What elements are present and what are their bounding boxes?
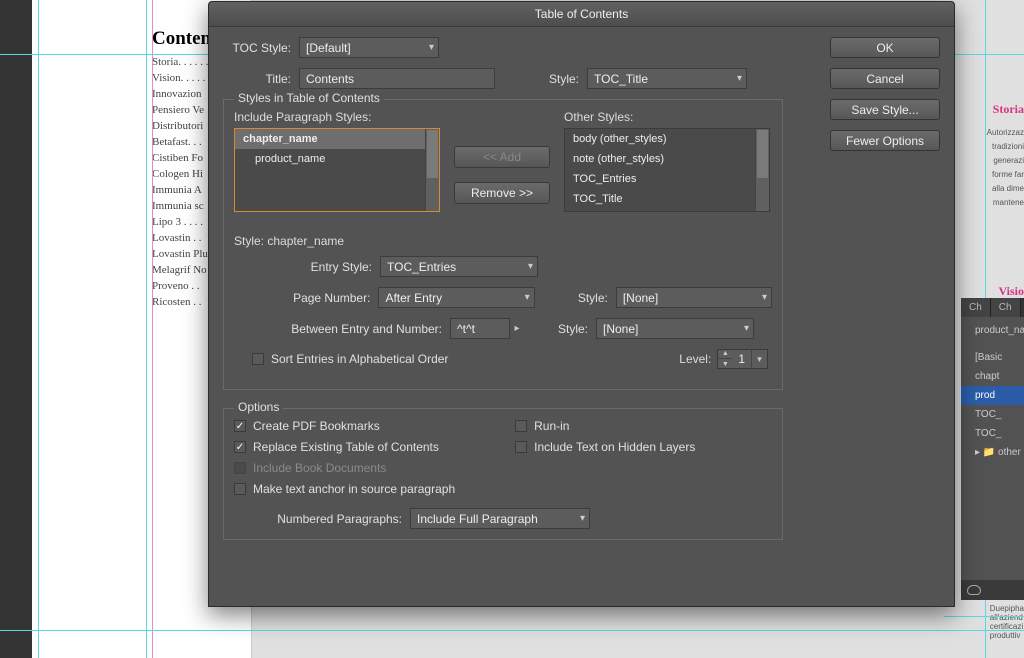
hidden-layers-checkbox[interactable]: Include Text on Hidden Layers — [515, 440, 695, 454]
page-number-dropdown[interactable]: After Entry — [378, 287, 534, 308]
toc-style-label: TOC Style: — [223, 41, 291, 55]
panel-style-item[interactable]: ▸ 📁 other — [961, 443, 1024, 462]
panel-style-item[interactable]: product_na — [961, 321, 1024, 340]
list-item[interactable]: chapter_name — [235, 129, 439, 149]
checkbox-icon — [252, 353, 264, 365]
include-styles-label: Include Paragraph Styles: — [234, 110, 440, 124]
level-stepper[interactable]: ▲▼ 1 ▾ — [717, 349, 768, 369]
body-text: produttiv — [990, 631, 1024, 640]
create-pdf-checkbox[interactable]: ✓Create PDF Bookmarks — [234, 419, 455, 433]
panel-style-item[interactable]: TOC_ — [961, 424, 1024, 443]
flyout-arrow-icon[interactable]: ▸ — [510, 319, 524, 339]
dialog-title: Table of Contents — [209, 2, 954, 27]
body-text: mantene — [993, 198, 1024, 207]
list-item[interactable]: body (other_styles) — [565, 129, 769, 149]
options-legend: Options — [234, 400, 283, 414]
styles-panel: Ch Ch product_na[BasicchaptprodTOC_TOC_▸… — [961, 298, 1024, 600]
sort-checkbox[interactable]: Sort Entries in Alphabetical Order — [252, 352, 448, 366]
body-text: all'aziend — [990, 613, 1024, 622]
numbered-paragraphs-label: Numbered Paragraphs: — [234, 512, 402, 526]
other-styles-label: Other Styles: — [564, 110, 770, 124]
add-button[interactable]: << Add — [454, 146, 550, 168]
other-styles-listbox[interactable]: body (other_styles) note (other_styles) … — [564, 128, 770, 212]
guide — [146, 0, 147, 658]
replace-toc-checkbox[interactable]: ✓Replace Existing Table of Contents — [234, 440, 455, 454]
list-item[interactable]: product_name — [235, 149, 439, 169]
body-text: alla dime — [992, 184, 1024, 193]
list-item[interactable]: TOC_Title — [565, 189, 769, 209]
remove-button[interactable]: Remove >> — [454, 182, 550, 204]
styles-fieldset-legend: Styles in Table of Contents — [234, 91, 384, 105]
body-text: generazi — [993, 156, 1024, 165]
toc-style-dropdown[interactable]: [Default] — [299, 37, 439, 58]
panel-style-item[interactable] — [961, 340, 1024, 348]
numbered-paragraphs-dropdown[interactable]: Include Full Paragraph — [410, 508, 590, 529]
body-text: Duepipha — [990, 604, 1024, 613]
panel-style-item[interactable]: prod — [961, 386, 1024, 405]
entry-style-dropdown[interactable]: TOC_Entries — [380, 256, 538, 277]
body-text: forme far — [992, 170, 1024, 179]
panel-style-item[interactable]: TOC_ — [961, 405, 1024, 424]
style-heading: Style: chapter_name — [234, 234, 772, 248]
title-input[interactable] — [299, 68, 495, 89]
page-number-style-label: Style: — [549, 291, 608, 305]
level-label: Level: — [679, 352, 711, 366]
page-number-style-dropdown[interactable]: [None] — [616, 287, 772, 308]
section-title: Visio — [998, 284, 1024, 299]
include-book-checkbox: Include Book Documents — [234, 461, 455, 475]
fewer-options-button[interactable]: Fewer Options — [830, 130, 940, 151]
panel-style-item[interactable]: [Basic — [961, 348, 1024, 367]
scrollbar[interactable] — [425, 129, 439, 211]
run-in-checkbox[interactable]: Run-in — [515, 419, 695, 433]
body-text: certificazi — [990, 622, 1024, 631]
guide — [38, 0, 39, 658]
body-text: Autorizzaz — [987, 128, 1024, 137]
header-style-label: Style: — [509, 72, 579, 86]
guide — [0, 630, 1024, 631]
between-style-label: Style: — [532, 322, 588, 336]
entry-style-label: Entry Style: — [250, 260, 372, 274]
panel-tab[interactable]: Ch — [961, 298, 991, 317]
panel-footer — [961, 580, 1024, 600]
pasteboard-left — [0, 0, 32, 658]
ok-button[interactable]: OK — [830, 37, 940, 58]
title-label: Title: — [223, 72, 291, 86]
section-title: Storia — [993, 102, 1024, 117]
guide — [944, 616, 1024, 617]
save-style-button[interactable]: Save Style... — [830, 99, 940, 120]
cancel-button[interactable]: Cancel — [830, 68, 940, 89]
between-input[interactable] — [450, 318, 510, 339]
page-number-label: Page Number: — [250, 291, 370, 305]
scrollbar[interactable] — [755, 129, 769, 211]
panel-style-item[interactable]: chapt — [961, 367, 1024, 386]
list-item[interactable]: note (other_styles) — [565, 149, 769, 169]
header-style-dropdown[interactable]: TOC_Title — [587, 68, 747, 89]
between-style-dropdown[interactable]: [None] — [596, 318, 754, 339]
between-label: Between Entry and Number: — [270, 322, 442, 336]
include-styles-listbox[interactable]: chapter_name product_name — [234, 128, 440, 212]
list-item[interactable]: TOC_Entries — [565, 169, 769, 189]
guide — [152, 0, 153, 658]
panel-tab[interactable]: Ch — [991, 298, 1021, 317]
body-text: tradizioni — [992, 142, 1024, 151]
toc-dialog: Table of Contents OK Cancel Save Style..… — [208, 1, 955, 607]
cloud-icon[interactable] — [967, 585, 981, 595]
anchor-checkbox[interactable]: Make text anchor in source paragraph — [234, 482, 455, 496]
